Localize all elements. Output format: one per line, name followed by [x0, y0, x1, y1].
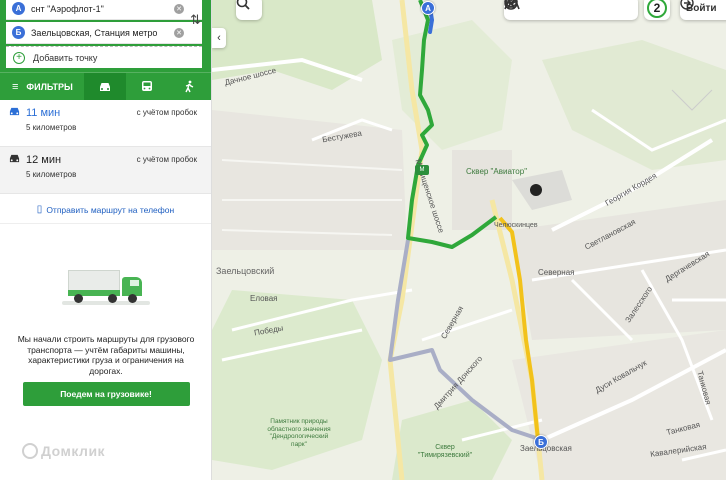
chevron-left-icon: ‹	[217, 32, 221, 44]
domclick-logo-icon	[22, 443, 38, 459]
route-traffic-note: с учётом пробок	[136, 155, 197, 164]
watermark-text: Домклик	[41, 443, 106, 459]
map-label: Памятник природы областного значения "Де…	[267, 418, 331, 448]
waypoint-from[interactable]: A снт "Аэрофлот-1" ✕	[6, 0, 202, 20]
swap-icon[interactable]: ⇅	[190, 12, 201, 28]
poi-icon[interactable]	[530, 184, 542, 196]
urban-area	[212, 110, 407, 250]
waypoint-badge-b: Б	[12, 26, 25, 39]
bus-icon	[142, 81, 152, 91]
tab-car[interactable]	[84, 72, 126, 101]
car-icon	[100, 82, 110, 91]
login-button[interactable]: Войти	[680, 0, 726, 20]
metro-icon: М	[415, 165, 429, 175]
filters-button[interactable]: ≡ ФИЛЬТРЫ	[0, 73, 84, 101]
urban-area	[452, 150, 512, 230]
search-icon	[236, 0, 250, 10]
plus-icon: +	[13, 51, 25, 64]
route-distance: 5 километров	[26, 123, 77, 132]
map-label: Челюскинцев	[494, 222, 538, 229]
add-point-label: Добавить точку	[33, 52, 98, 63]
waypoint-to[interactable]: Б Заельцовская, Станция метро ✕	[6, 22, 202, 44]
add-point-button[interactable]: + Добавить точку	[6, 46, 202, 68]
truck-promo-button[interactable]: Поедем на грузовике!	[22, 382, 190, 406]
route-time: 12 мин	[26, 154, 62, 166]
layers-icon[interactable]	[504, 0, 518, 10]
phone-icon: ▯	[36, 204, 43, 215]
map-label: Северная	[538, 268, 575, 277]
map-label: Сквер "Авиатор"	[466, 167, 528, 176]
traffic-score: 2	[647, 0, 667, 18]
map-search-button[interactable]	[236, 0, 262, 20]
waypoints-panel: A снт "Аэрофлот-1" ✕ Б Заельцовская, Ста…	[0, 0, 211, 72]
map-label: Заельцовский	[216, 266, 275, 276]
square-area	[392, 400, 512, 480]
route-sidebar: A снт "Аэрофлот-1" ✕ Б Заельцовская, Ста…	[0, 0, 212, 480]
sidebar-collapse-button[interactable]: ‹	[212, 28, 226, 48]
route-traffic-note: с учётом пробок	[136, 108, 197, 117]
truck-illustration	[62, 268, 150, 308]
map-canvas[interactable]	[212, 0, 726, 480]
map-label: Сквер "Тимирязевский"	[417, 444, 473, 459]
map-layers-toolbar: P	[504, 0, 638, 20]
pedestrian-icon	[185, 80, 194, 93]
truck-promo: Мы начали строить маршруты для грузового…	[0, 258, 211, 406]
tab-transit[interactable]	[126, 73, 168, 101]
send-to-phone-label: Отправить маршрут на телефон	[46, 204, 175, 215]
send-to-phone-link[interactable]: ▯ Отправить маршрут на телефон	[0, 196, 211, 224]
route-end-pin[interactable]: Б	[534, 435, 548, 449]
map-area[interactable]: Дачное шоссе Бестужева Мочищенское шоссе…	[212, 0, 726, 480]
route-option[interactable]: 12 мин 5 километров с учётом пробок	[0, 147, 211, 194]
map-label: Еловая	[250, 294, 278, 303]
clear-icon[interactable]: ✕	[174, 3, 184, 14]
truck-promo-text: Мы начали строить маршруты для грузового…	[17, 334, 195, 376]
login-icon	[680, 0, 694, 10]
route-time: 11 мин	[26, 107, 61, 119]
car-icon	[8, 153, 26, 167]
waypoint-from-input[interactable]: снт "Аэрофлот-1"	[31, 4, 174, 14]
waypoint-to-input[interactable]: Заельцовская, Станция метро	[31, 28, 174, 38]
watermark-logo: Домклик	[22, 443, 105, 459]
clear-icon[interactable]: ✕	[174, 27, 184, 38]
waypoint-badge-a: A	[12, 2, 25, 15]
tab-walk[interactable]	[168, 73, 210, 101]
route-option[interactable]: 11 мин 5 километров с учётом пробок	[0, 100, 211, 147]
traffic-score-button[interactable]: 2	[644, 0, 670, 20]
filters-label: ФИЛЬТРЫ	[26, 81, 73, 92]
transport-mode-bar: ≡ ФИЛЬТРЫ	[0, 72, 211, 101]
route-distance: 5 километров	[26, 170, 77, 179]
route-start-pin[interactable]: A	[421, 1, 435, 15]
car-icon	[8, 106, 26, 120]
filter-icon: ≡	[12, 80, 19, 93]
